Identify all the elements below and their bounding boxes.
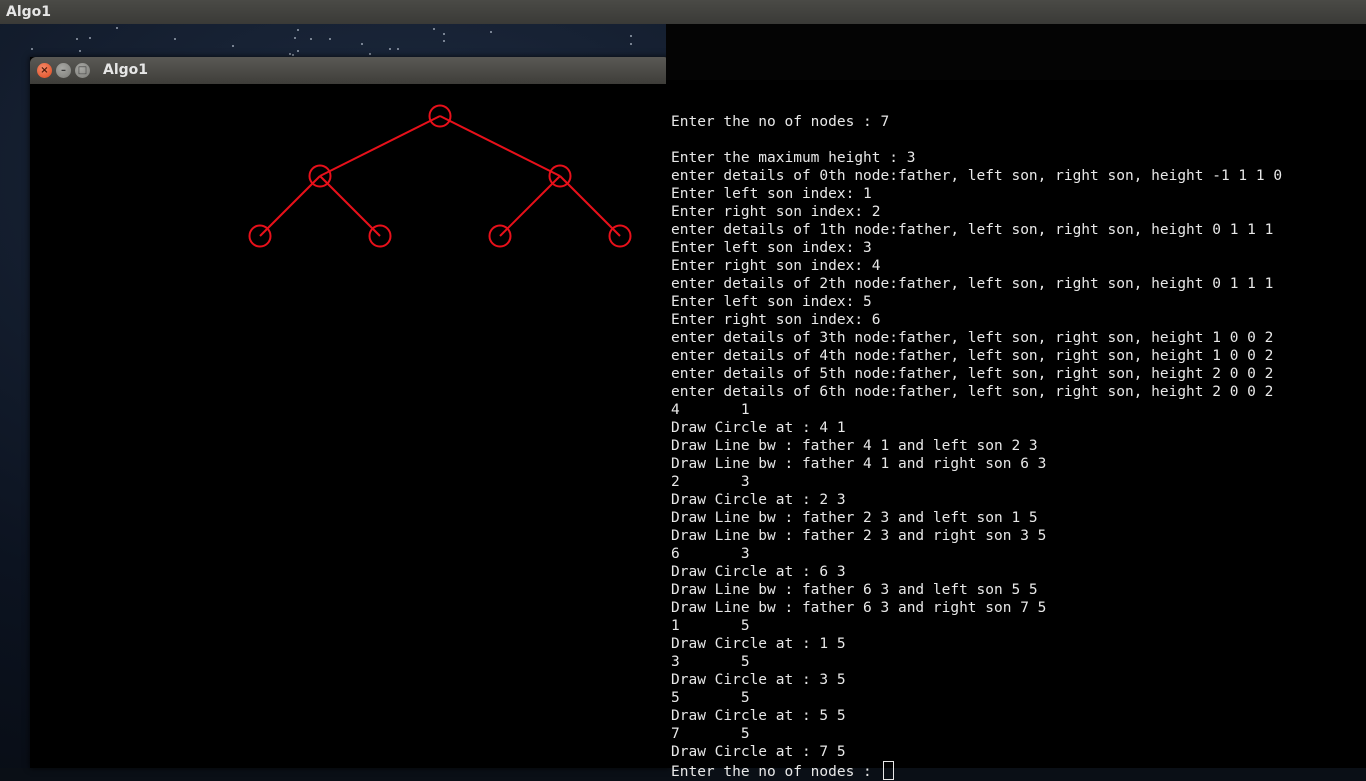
window-title: Algo1 [103, 62, 149, 78]
minimize-button[interactable]: – [56, 63, 71, 78]
terminal-titlebar [666, 24, 1366, 80]
terminal-line: Enter the maximum height : 3 [671, 150, 916, 166]
terminal-line: Enter the no of nodes : 7 [671, 114, 890, 130]
desktop-star [630, 35, 632, 37]
terminal-prompt-line[interactable]: Enter the no of nodes : [671, 761, 1282, 780]
desktop-star [297, 29, 299, 31]
terminal-line: Draw Circle at : 1 5 [671, 636, 846, 652]
tree-edge [319, 115, 441, 177]
terminal-line: Draw Circle at : 7 5 [671, 744, 846, 760]
terminal-line: Draw Circle at : 4 1 [671, 420, 846, 436]
tree-edge [559, 175, 621, 237]
top-panel-title: Algo1 [6, 4, 52, 20]
terminal-line: 3 5 [671, 654, 750, 670]
desktop-star [361, 43, 363, 45]
desktop-star [292, 54, 294, 56]
terminal-line: Enter left son index: 5 [671, 294, 872, 310]
desktop-star [232, 45, 234, 47]
terminal-line: 4 1 [671, 402, 750, 418]
terminal-output: Enter the no of nodes : 7 Enter the maxim… [671, 113, 1283, 780]
desktop-star [310, 38, 312, 40]
tree-edge [259, 175, 321, 237]
close-button[interactable]: × [37, 63, 52, 78]
terminal-line: Enter left son index: 3 [671, 240, 872, 256]
terminal-line: enter details of 4th node:father, left s… [671, 348, 1274, 364]
terminal-line: 7 5 [671, 726, 750, 742]
terminal-line: Draw Line bw : father 2 3 and left son 1… [671, 510, 1038, 526]
desktop-star [443, 33, 445, 35]
desktop-star [443, 40, 445, 42]
window-titlebar[interactable]: × – □ Algo1 [30, 57, 670, 84]
terminal-line: enter details of 0th node:father, left s… [671, 168, 1283, 184]
tree-edge [499, 175, 561, 237]
terminal-line: Enter left son index: 1 [671, 186, 872, 202]
terminal-line: enter details of 2th node:father, left s… [671, 276, 1274, 292]
desktop-star [630, 43, 632, 45]
tree-edge [319, 175, 381, 237]
desktop-star [174, 38, 176, 40]
terminal-line: Draw Circle at : 2 3 [671, 492, 846, 508]
algo-window[interactable]: × – □ Algo1 [30, 57, 670, 768]
terminal-line: Draw Line bw : father 4 1 and right son … [671, 456, 1047, 472]
terminal-line: Draw Line bw : father 6 3 and right son … [671, 600, 1047, 616]
drawing-canvas [30, 84, 670, 768]
terminal-line: Draw Circle at : 5 5 [671, 708, 846, 724]
desktop-star [76, 38, 78, 40]
desktop-star [89, 37, 91, 39]
tree-edge [439, 115, 561, 177]
desktop-star [490, 31, 492, 33]
terminal-line: enter details of 1th node:father, left s… [671, 222, 1274, 238]
maximize-button[interactable]: □ [75, 63, 90, 78]
terminal-line: Draw Line bw : father 4 1 and left son 2… [671, 438, 1038, 454]
terminal-line: Draw Line bw : father 6 3 and left son 5… [671, 582, 1038, 598]
terminal-line: 1 5 [671, 618, 750, 634]
terminal-line: Draw Line bw : father 2 3 and right son … [671, 528, 1047, 544]
terminal-cursor [882, 761, 894, 780]
terminal-line: Enter right son index: 4 [671, 258, 881, 274]
terminal-line: Enter right son index: 2 [671, 204, 881, 220]
terminal-line: Draw Circle at : 3 5 [671, 672, 846, 688]
terminal-line: enter details of 3th node:father, left s… [671, 330, 1274, 346]
desktop-star [294, 37, 296, 39]
terminal-line: 5 5 [671, 690, 750, 706]
desktop-star [369, 53, 371, 55]
desktop-star [433, 28, 435, 30]
desktop-star [79, 50, 81, 52]
terminal-line: enter details of 6th node:father, left s… [671, 384, 1274, 400]
desktop-star [116, 27, 118, 29]
terminal-window[interactable]: Enter the no of nodes : 7 Enter the maxim… [666, 24, 1366, 780]
terminal-line: 2 3 [671, 474, 750, 490]
desktop-star [31, 48, 33, 50]
top-panel: Algo1 [0, 0, 1366, 24]
desktop-star [329, 38, 331, 40]
desktop-star [389, 48, 391, 50]
terminal-line: Draw Circle at : 6 3 [671, 564, 846, 580]
desktop-star [297, 50, 299, 52]
terminal-prompt: Enter the no of nodes : [671, 764, 881, 780]
desktop-star [289, 53, 291, 55]
terminal-line: Enter right son index: 6 [671, 312, 881, 328]
terminal-line: enter details of 5th node:father, left s… [671, 366, 1274, 382]
binary-tree-drawing [248, 104, 632, 248]
terminal-line: 6 3 [671, 546, 750, 562]
desktop-star [397, 48, 399, 50]
